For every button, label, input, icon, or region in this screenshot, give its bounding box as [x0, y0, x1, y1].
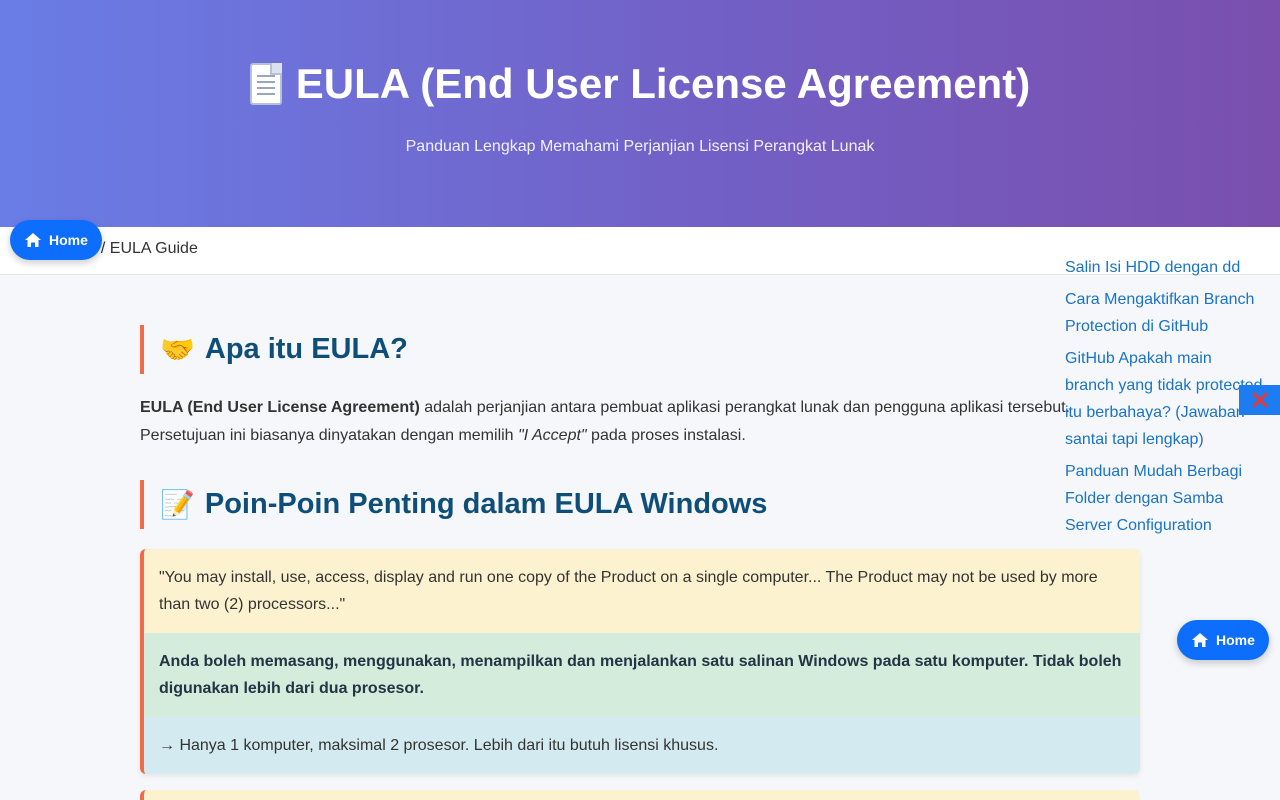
eula-note: → Hanya 1 komputer, maksimal 2 prosesor.…	[144, 717, 1140, 774]
page-title: EULA (End User License Agreement)	[295, 60, 1031, 107]
sidebar-link-branch-protection[interactable]: Cara Mengaktifkan Branch Protection di G…	[1065, 286, 1265, 340]
next-eula-point-card	[140, 790, 1140, 800]
page-header: EULA (End User License Agreement) Pandua…	[0, 0, 1280, 227]
eula-translation: Anda boleh memasang, menggunakan, menamp…	[144, 633, 1140, 717]
sidebar-link-salin-hdd[interactable]: Salin Isi HDD dengan dd	[1065, 254, 1265, 281]
handshake-icon: 🤝	[160, 334, 195, 365]
related-articles-sidebar: Salin Isi HDD dengan dd Cara Mengaktifka…	[1065, 254, 1265, 544]
section-heading-poin-penting: 📝 Poin-Poin Penting dalam EULA Windows	[140, 480, 1140, 529]
sidebar-link-main-branch[interactable]: GitHub Apakah main branch yang tidak pro…	[1065, 345, 1265, 453]
article-content: 🤝 Apa itu EULA? EULA (End User License A…	[140, 275, 1140, 774]
breadcrumb-current: EULA Guide	[109, 240, 198, 257]
house-icon	[24, 232, 42, 248]
home-button-label: Home	[1216, 632, 1255, 648]
close-x-icon	[1252, 392, 1267, 408]
close-sidebar-button[interactable]	[1239, 385, 1280, 415]
home-button-label: Home	[49, 232, 88, 248]
page-facing-up-icon	[249, 63, 282, 105]
i-accept-italic: "I Accept"	[518, 427, 587, 444]
home-button-bottom[interactable]: Home	[1177, 620, 1269, 660]
paragraph-text-end: pada proses instalasi.	[586, 427, 746, 444]
house-icon	[1191, 632, 1209, 648]
section-heading-text: Apa itu EULA?	[204, 333, 408, 365]
eula-definition-paragraph: EULA (End User License Agreement) adalah…	[140, 394, 1080, 450]
memo-icon: 📝	[160, 489, 195, 520]
eula-point-card: "You may install, use, access, display a…	[140, 549, 1140, 774]
page-title-row: EULA (End User License Agreement)	[0, 0, 1280, 108]
page-subtitle: Panduan Lengkap Memahami Perjanjian Lise…	[405, 138, 875, 155]
eula-quote: "You may install, use, access, display a…	[144, 549, 1140, 633]
section-heading-text: Poin-Poin Penting dalam EULA Windows	[204, 488, 768, 520]
sidebar-link-samba[interactable]: Panduan Mudah Berbagi Folder dengan Samb…	[1065, 458, 1265, 539]
section-heading-apa-itu-eula: 🤝 Apa itu EULA?	[140, 325, 1140, 374]
home-button-top[interactable]: Home	[10, 220, 102, 260]
eula-term-bold: EULA (End User License Agreement)	[140, 399, 420, 416]
